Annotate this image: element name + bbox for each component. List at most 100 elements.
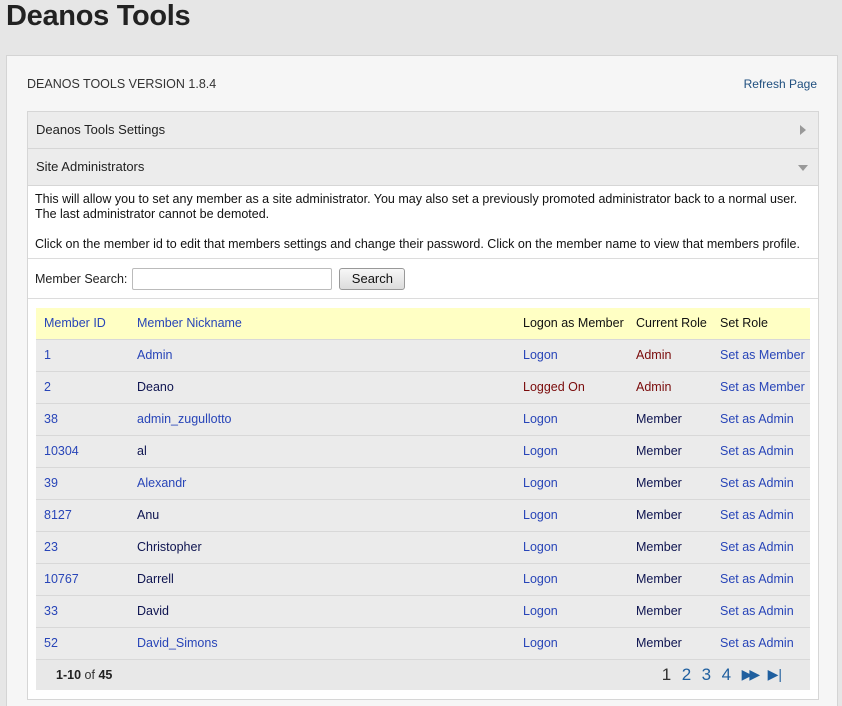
page-2[interactable]: 2 (682, 665, 691, 685)
member-id-link[interactable]: 10767 (44, 572, 79, 586)
table-cell: Admin (628, 339, 712, 371)
logon-link[interactable]: Logon (523, 572, 558, 586)
table-cell: Logon (515, 467, 628, 499)
member-id-link[interactable]: 52 (44, 636, 58, 650)
table-row: 10767 Darrell Logon Member Set as Admin (36, 563, 810, 595)
member-id-link[interactable]: 39 (44, 476, 58, 490)
accordion: Deanos Tools Settings Site Administrator… (27, 111, 819, 700)
member-id-link[interactable]: 33 (44, 604, 58, 618)
page-1[interactable]: 1 (662, 665, 671, 685)
accordion-settings-header[interactable]: Deanos Tools Settings (28, 112, 818, 149)
logon-link[interactable]: Logon (523, 604, 558, 618)
member-id-link[interactable]: 23 (44, 540, 58, 554)
table-cell: Member (628, 531, 712, 563)
member-nickname-link[interactable]: Darrell (137, 572, 174, 586)
table-cell: 10304 (36, 435, 129, 467)
refresh-page-link[interactable]: Refresh Page (744, 77, 817, 91)
column-header-set-role: Set Role (720, 316, 768, 331)
table-cell: Member (628, 627, 712, 659)
table-row: 23 Christopher Logon Member Set as Admin (36, 531, 810, 563)
table-cell: Logged On (515, 371, 628, 403)
table-cell: 39 (36, 467, 129, 499)
accordion-admins-header[interactable]: Site Administrators (28, 149, 818, 186)
table-cell: Logon (515, 627, 628, 659)
page-4[interactable]: 4 (722, 665, 731, 685)
table-header-row: Member ID Member Nickname Logon as Membe… (36, 308, 810, 339)
member-nickname-link[interactable]: David_Simons (137, 636, 218, 650)
member-nickname-link[interactable]: Admin (137, 348, 172, 362)
table-cell: admin_zugullotto (129, 403, 515, 435)
logon-link[interactable]: Logon (523, 476, 558, 490)
table-row: 33 David Logon Member Set as Admin (36, 595, 810, 627)
table-row: 8127 Anu Logon Member Set as Admin (36, 499, 810, 531)
search-button[interactable]: Search (339, 267, 406, 290)
table-cell: Set as Member (712, 371, 810, 403)
logon-link[interactable]: Logon (523, 508, 558, 522)
set-role-link[interactable]: Set as Member (720, 348, 805, 362)
pagination-range: 1-10 of 45 (36, 659, 515, 690)
table-cell: Set as Admin (712, 467, 810, 499)
logon-link[interactable]: Logon (523, 444, 558, 458)
member-nickname-link[interactable]: Christopher (137, 540, 202, 554)
member-id-link[interactable]: 8127 (44, 508, 72, 522)
member-nickname-link[interactable]: Anu (137, 508, 159, 522)
table-footer-row: 1-10 of 45 1 2 3 4 ▶▶ ▶| (36, 659, 810, 690)
table-cell: 10767 (36, 563, 129, 595)
set-role-link[interactable]: Set as Admin (720, 444, 794, 458)
member-id-link[interactable]: 1 (44, 348, 51, 362)
member-id-link[interactable]: 10304 (44, 444, 79, 458)
set-role-link[interactable]: Set as Admin (720, 572, 794, 586)
current-role: Member (636, 572, 682, 586)
table-cell: Deano (129, 371, 515, 403)
table-row: 38 admin_zugullotto Logon Member Set as Admi… (36, 403, 810, 435)
logon-link[interactable]: Logon (523, 540, 558, 554)
app-title: Deanos Tools (6, 0, 191, 32)
table-cell: 1 (36, 339, 129, 371)
table-cell: Logon (515, 563, 628, 595)
set-role-link[interactable]: Set as Member (720, 380, 805, 394)
column-header-current-role: Current Role (636, 316, 707, 331)
member-id-link[interactable]: 2 (44, 380, 51, 394)
table-cell: 2 (36, 371, 129, 403)
current-role: Member (636, 476, 682, 490)
member-search-input[interactable] (132, 267, 333, 290)
set-role-link[interactable]: Set as Admin (720, 604, 794, 618)
skip-to-end-icon[interactable]: ▶| (768, 666, 782, 683)
logon-link[interactable]: Logon (523, 348, 558, 362)
member-nickname-link[interactable]: admin_zugullotto (137, 412, 232, 426)
fast-forward-icon[interactable]: ▶▶ (742, 666, 760, 683)
accordion-settings-label: Deanos Tools Settings (36, 122, 166, 137)
logon-link[interactable]: Logon (523, 636, 558, 650)
set-role-link[interactable]: Set as Admin (720, 508, 794, 522)
page-3[interactable]: 3 (702, 665, 711, 685)
member-id-link[interactable]: 38 (44, 412, 58, 426)
description-paragraph-2: Click on the member id to edit that memb… (35, 237, 800, 251)
current-role: Member (636, 604, 682, 618)
member-nickname-link[interactable]: al (137, 444, 147, 458)
set-role-link[interactable]: Set as Admin (720, 540, 794, 554)
table-row: 39 Alexandr Logon Member Set as Admin (36, 467, 810, 499)
set-role-link[interactable]: Set as Admin (720, 412, 794, 426)
table-cell: Admin (628, 371, 712, 403)
current-role: Member (636, 540, 682, 554)
logon-link[interactable]: Logon (523, 412, 558, 426)
member-nickname-link[interactable]: David (137, 604, 169, 618)
table-cell: Anu (129, 499, 515, 531)
table-cell: David (129, 595, 515, 627)
table-row: 1 Admin Logon Admin Set as Member (36, 339, 810, 371)
table-cell: Set as Admin (712, 563, 810, 595)
table-cell: 38 (36, 403, 129, 435)
column-header-member-nickname[interactable]: Member Nickname (129, 308, 515, 339)
table-cell: Member (628, 499, 712, 531)
column-header-member-id[interactable]: Member ID (36, 308, 129, 339)
set-role-link[interactable]: Set as Admin (720, 476, 794, 490)
table-cell: Alexandr (129, 467, 515, 499)
table-row: 2 Deano Logged On Admin Set as Member (36, 371, 810, 403)
description: This will allow you to set any member as… (28, 186, 818, 258)
member-nickname-link[interactable]: Alexandr (137, 476, 186, 490)
current-role: Member (636, 412, 682, 426)
table-row: 10304 al Logon Member Set as Admin (36, 435, 810, 467)
current-role: Member (636, 636, 682, 650)
set-role-link[interactable]: Set as Admin (720, 636, 794, 650)
member-nickname-link[interactable]: Deano (137, 380, 174, 394)
